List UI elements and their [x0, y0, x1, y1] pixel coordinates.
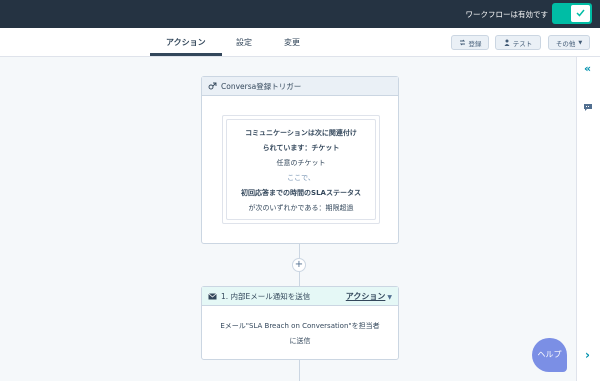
trigger-title: Conversa登録トリガー — [221, 81, 302, 91]
criteria-connector: ここで、 — [287, 174, 315, 182]
tab-changes[interactable]: 変更 — [284, 37, 300, 48]
comment-icon[interactable] — [583, 97, 593, 116]
workflow-active-toggle[interactable] — [552, 3, 592, 24]
help-button[interactable]: ヘルプ — [532, 338, 567, 372]
active-tab-indicator — [150, 53, 222, 56]
workflow-status-label: ワークフローは有効です — [465, 10, 549, 19]
check-icon — [576, 9, 585, 17]
action-description: Eメール"SLA Breach on Conversation"を担当者 — [220, 322, 380, 330]
trigger-icon — [208, 82, 217, 90]
action-title: 1. 内部Eメール通知を送信 — [221, 291, 311, 301]
test-label: テスト — [512, 39, 533, 48]
connector-line — [299, 244, 300, 258]
action-menu-label: アクション — [345, 292, 386, 301]
test-button[interactable]: テスト — [495, 35, 541, 50]
connector-line — [299, 272, 300, 286]
top-bar: ワークフローは有効です — [0, 0, 600, 28]
criteria-text: 任意のチケット — [276, 159, 326, 167]
connector-line — [299, 360, 300, 381]
trigger-card[interactable]: Conversa登録トリガー コミュニケーションは次に関連付け られています：チ… — [201, 76, 399, 244]
action-menu-link[interactable]: アクション ▼ — [346, 291, 392, 302]
register-button[interactable]: 登録 — [451, 35, 489, 50]
criteria-text: られています：チケット — [262, 144, 340, 152]
criteria-text: コミュニケーションは次に関連付け — [245, 129, 357, 137]
workflow-canvas: Conversa登録トリガー コミュニケーションは次に関連付け られています：チ… — [0, 57, 576, 381]
chevron-down-icon: ▼ — [387, 294, 392, 301]
enroll-icon — [459, 39, 465, 46]
action-body: Eメール"SLA Breach on Conversation"を担当者 に送信 — [202, 306, 398, 349]
trigger-criteria-inner: コミュニケーションは次に関連付け られています：チケット 任意のチケット ここで… — [226, 119, 376, 220]
collapse-panel-icon[interactable]: « — [584, 62, 591, 75]
more-menu-button[interactable]: その他 ▼ — [548, 35, 590, 50]
person-icon — [504, 39, 510, 46]
more-label: その他 — [555, 39, 576, 48]
tab-bar: アクション 設定 変更 登録 テスト その他 ▼ — [0, 28, 600, 57]
criteria-text: が次のいずれかである：期限超過 — [248, 204, 354, 212]
tab-settings[interactable]: 設定 — [236, 37, 252, 48]
email-icon — [208, 292, 217, 299]
add-step-button[interactable]: + — [292, 258, 306, 272]
tab-actions[interactable]: アクション — [166, 37, 206, 48]
right-side-panel: « › — [576, 57, 600, 381]
action-description: に送信 — [289, 337, 311, 345]
expand-panel-icon[interactable]: › — [585, 348, 590, 362]
toggle-knob — [571, 5, 590, 22]
trigger-criteria-box: コミュニケーションは次に関連付け られています：チケット 任意のチケット ここで… — [222, 115, 380, 224]
register-label: 登録 — [468, 39, 482, 48]
chevron-down-icon: ▼ — [578, 39, 583, 46]
trigger-card-header: Conversa登録トリガー — [202, 77, 398, 96]
criteria-text: 初回応答までの時間のSLAステータス — [241, 189, 361, 197]
action-card[interactable]: 1. 内部Eメール通知を送信 アクション ▼ Eメール"SLA Breach on… — [201, 286, 399, 360]
